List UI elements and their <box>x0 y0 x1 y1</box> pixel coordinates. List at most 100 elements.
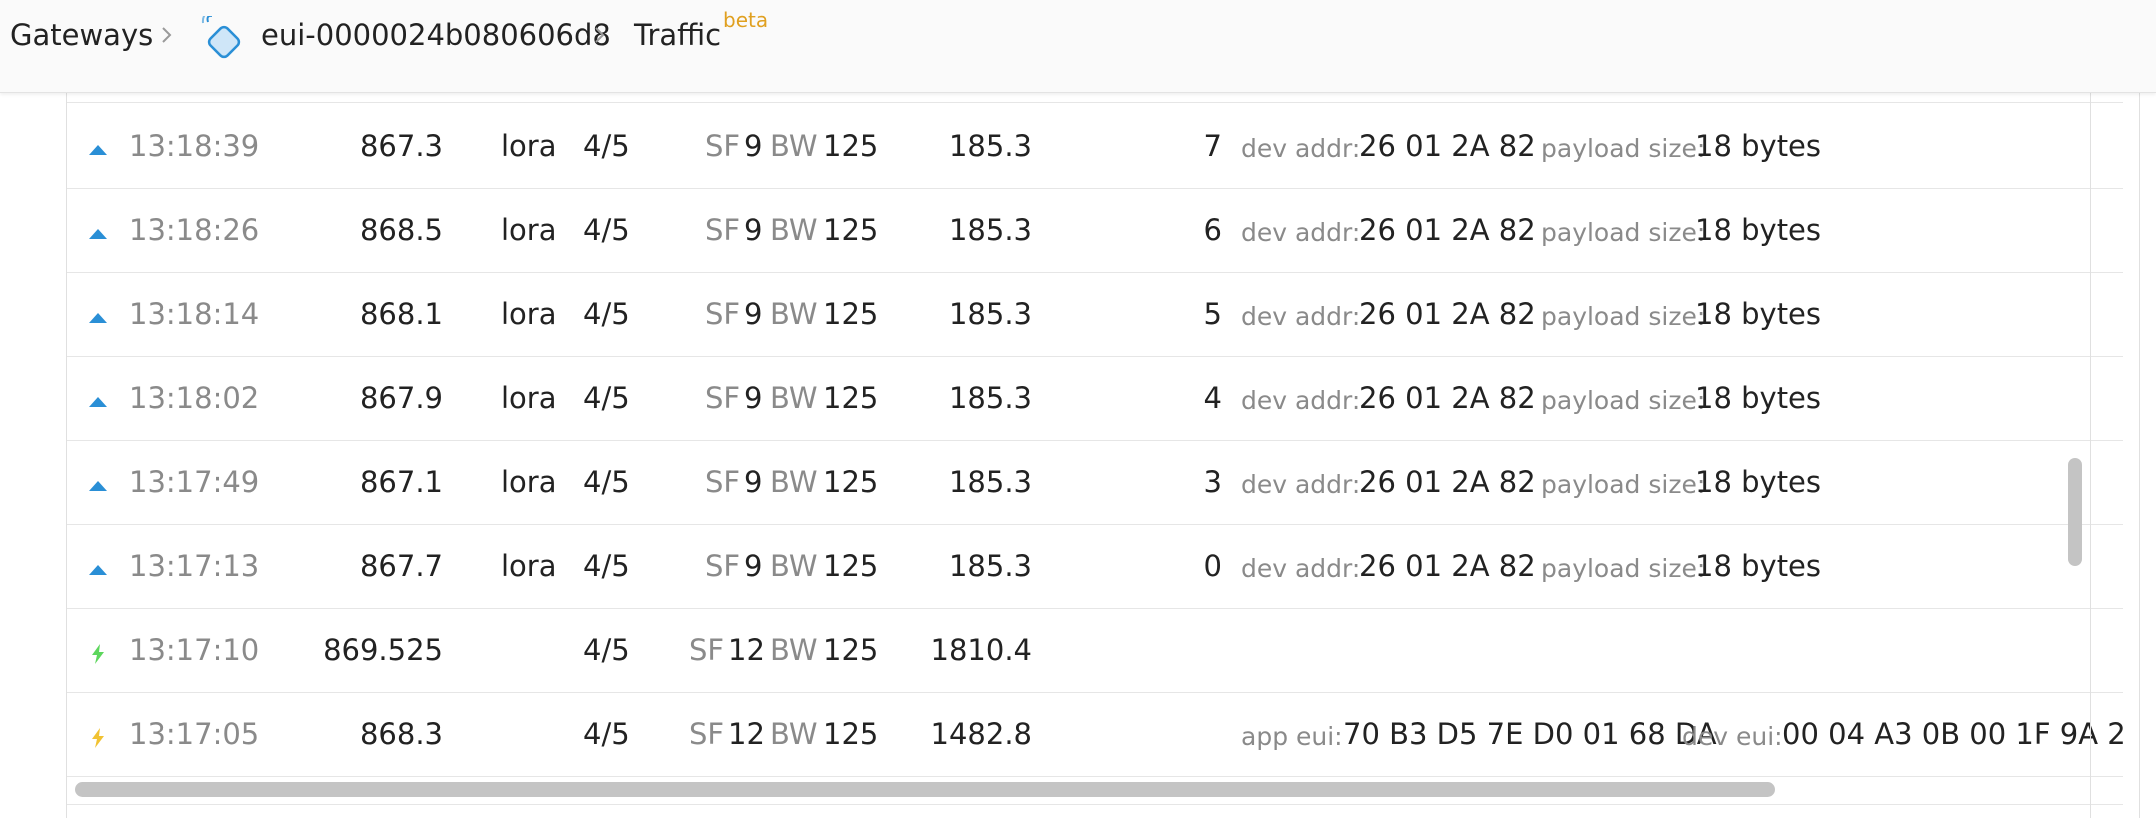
time-cell: 13:17:49 <box>129 465 260 499</box>
coding-rate-cell: 4/5 <box>583 633 630 667</box>
airtime-cell: 185.3 <box>948 129 1032 163</box>
dev-addr-value: 26 01 2A 82 <box>1359 297 1536 331</box>
coding-rate-cell: 4/5 <box>583 213 630 247</box>
chevron-right-icon <box>585 20 615 50</box>
bw-label: BW <box>770 465 818 499</box>
frequency-cell: 869.525 <box>323 633 443 667</box>
join-bolt-icon <box>87 722 109 748</box>
payload-size-label: payload size: <box>1541 134 1706 163</box>
frequency-cell: 868.3 <box>359 717 443 751</box>
table-row[interactable]: 13:17:05 868.3 4/5 SF 12 BW 125 1482.8 app eui: 7… <box>67 692 2126 777</box>
modulation-cell: lora <box>501 297 557 331</box>
chevron-right-icon <box>152 20 182 50</box>
time-cell: 13:18:02 <box>129 381 260 415</box>
table-row[interactable]: 13:17:10 869.525 4/5 SF 12 BW 125 1810.4 <box>67 608 2123 693</box>
sf-label: SF <box>689 717 725 751</box>
modulation-cell: lora <box>501 129 557 163</box>
gateway-icon <box>200 11 246 62</box>
table-row[interactable]: 13:18:14 868.1 lora 4/5 SF 9 BW 125 185.3 5 dev ad… <box>67 272 2123 357</box>
horizontal-scrollbar-thumb[interactable] <box>75 782 1775 797</box>
modulation-cell: lora <box>501 549 557 583</box>
airtime-cell: 185.3 <box>948 465 1032 499</box>
payload-size-label: payload size: <box>1541 554 1706 583</box>
frequency-cell: 868.1 <box>359 297 443 331</box>
coding-rate-cell: 4/5 <box>583 717 630 751</box>
frame-counter-cell: 7 <box>1203 129 1222 163</box>
bw-value: 125 <box>823 213 879 247</box>
sf-label: SF <box>705 465 741 499</box>
sf-value: 12 <box>728 633 765 667</box>
airtime-cell: 185.3 <box>948 297 1032 331</box>
sf-label: SF <box>689 633 725 667</box>
sf-value: 9 <box>744 129 763 163</box>
payload-size-label: payload size: <box>1541 470 1706 499</box>
payload-size-value: 18 bytes <box>1695 129 1822 163</box>
uplink-arrow-icon <box>87 554 109 576</box>
bw-label: BW <box>770 381 818 415</box>
uplink-arrow-icon <box>87 470 109 492</box>
table-row[interactable]: 13:17:13 867.7 lora 4/5 SF 9 BW 125 185.3 0 dev ad… <box>67 524 2123 609</box>
breadcrumb-gateway-id[interactable]: eui-0000024b080606d8 <box>261 17 611 53</box>
sf-value: 9 <box>744 549 763 583</box>
payload-size-value: 18 bytes <box>1695 381 1822 415</box>
vertical-scrollbar[interactable] <box>2062 92 2086 818</box>
uplink-arrow-icon <box>87 134 109 156</box>
page-right-border <box>2090 92 2091 818</box>
sf-value: 9 <box>744 297 763 331</box>
airtime-cell: 185.3 <box>948 381 1032 415</box>
coding-rate-cell: 4/5 <box>583 549 630 583</box>
beta-badge: beta <box>723 8 769 32</box>
time-cell: 13:17:10 <box>129 633 260 667</box>
bw-value: 125 <box>823 717 879 751</box>
dev-addr-value: 26 01 2A 82 <box>1359 129 1536 163</box>
modulation-cell: lora <box>501 381 557 415</box>
table-row[interactable]: 13:18:02 867.9 lora 4/5 SF 9 BW 125 185.3 4 dev ad… <box>67 356 2123 441</box>
dev-addr-label: dev addr: <box>1241 470 1361 499</box>
vertical-scrollbar-thumb[interactable] <box>2068 458 2082 566</box>
bw-value: 125 <box>823 297 879 331</box>
frequency-cell: 868.5 <box>359 213 443 247</box>
uplink-arrow-icon <box>87 386 109 408</box>
frame-counter-cell: 0 <box>1203 549 1222 583</box>
dev-addr-value: 26 01 2A 82 <box>1359 465 1536 499</box>
bw-value: 125 <box>823 381 879 415</box>
dev-addr-label: dev addr: <box>1241 134 1361 163</box>
table-row[interactable]: 13:18:39 867.3 lora 4/5 SF 9 BW 125 185.3 7 dev ad… <box>67 104 2123 189</box>
coding-rate-cell: 4/5 <box>583 465 630 499</box>
traffic-table[interactable]: 13:18:39 867.3 lora 4/5 SF 9 BW 125 185.3 7 dev ad… <box>66 92 2140 818</box>
dev-addr-label: dev addr: <box>1241 554 1361 583</box>
frequency-cell: 867.3 <box>359 129 443 163</box>
breadcrumb-gateways[interactable]: Gateways <box>10 17 153 53</box>
table-row[interactable]: 13:17:49 867.1 lora 4/5 SF 9 BW 125 185.3 3 dev ad… <box>67 440 2123 525</box>
payload-size-value: 18 bytes <box>1695 549 1822 583</box>
modulation-cell: lora <box>501 465 557 499</box>
table-row[interactable]: 13:18:26 868.5 lora 4/5 SF 9 BW 125 185.3 6 dev ad… <box>67 188 2123 273</box>
app-eui-value: 70 B3 D5 7E D0 01 68 DA <box>1343 717 1717 751</box>
horizontal-scrollbar[interactable] <box>75 780 2115 800</box>
sf-label: SF <box>705 213 741 247</box>
sf-value: 9 <box>744 381 763 415</box>
coding-rate-cell: 4/5 <box>583 381 630 415</box>
payload-size-value: 18 bytes <box>1695 297 1822 331</box>
payload-size-value: 18 bytes <box>1695 213 1822 247</box>
airtime-cell: 1810.4 <box>930 633 1032 667</box>
dev-addr-value: 26 01 2A 82 <box>1359 213 1536 247</box>
frame-counter-cell: 4 <box>1203 381 1222 415</box>
breadcrumb-traffic: Traffic <box>634 18 722 52</box>
uplink-arrow-icon <box>87 218 109 240</box>
table-bottom-border <box>67 804 2123 805</box>
sf-label: SF <box>705 381 741 415</box>
bw-label: BW <box>770 297 818 331</box>
sf-value: 9 <box>744 213 763 247</box>
payload-size-value: 18 bytes <box>1695 465 1822 499</box>
sf-label: SF <box>705 297 741 331</box>
airtime-cell: 185.3 <box>948 213 1032 247</box>
time-cell: 13:18:26 <box>129 213 260 247</box>
bw-value: 125 <box>823 549 879 583</box>
dev-addr-label: dev addr: <box>1241 386 1361 415</box>
dev-eui-label: dev eui: <box>1682 722 1783 751</box>
frame-counter-cell: 6 <box>1203 213 1222 247</box>
uplink-arrow-icon <box>87 302 109 324</box>
airtime-cell: 1482.8 <box>930 717 1032 751</box>
table-top-border <box>67 102 2123 103</box>
